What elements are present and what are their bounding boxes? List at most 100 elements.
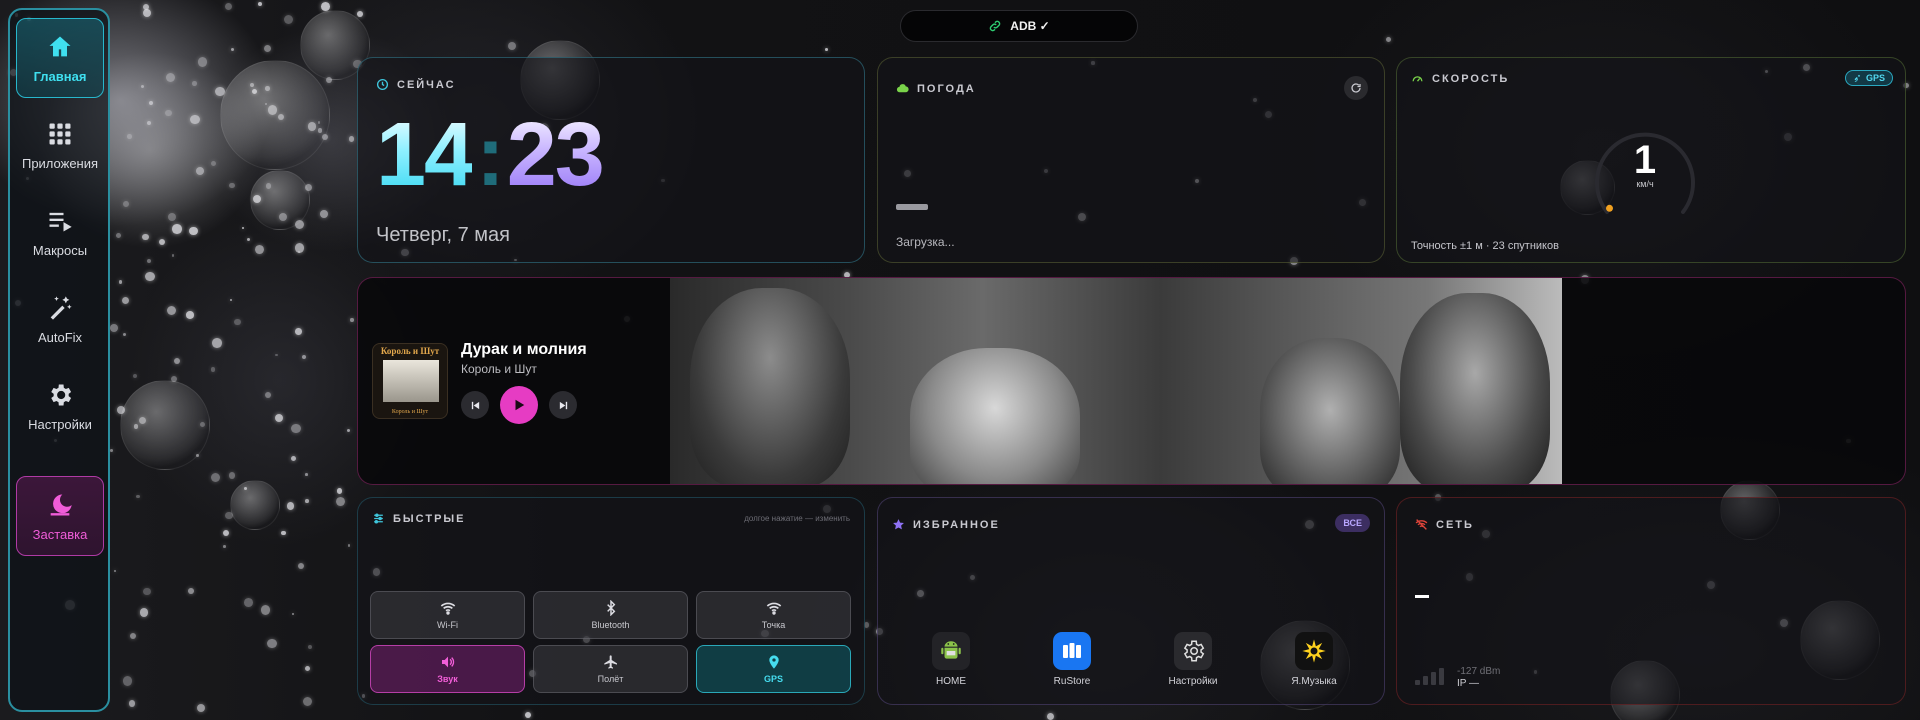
skip-previous-icon [471,401,479,409]
sidebar-item-screensaver[interactable]: Заставка [16,476,104,556]
sidebar-item-macros[interactable]: Макросы [16,192,104,272]
fav-app-label: HOME [936,676,966,687]
tile-label: Полёт [597,674,624,684]
rain-drop [166,306,176,316]
previous-track-button[interactable] [461,391,489,419]
rain-drop [229,298,232,301]
tile-wifi[interactable]: Wi-Fi [370,591,525,639]
weather-card[interactable]: ПОГОДА Загрузка... [877,57,1385,263]
tile-label: GPS [763,674,783,684]
rain-drop [113,569,116,573]
sidebar-item-apps[interactable]: Приложения [16,105,104,185]
adb-status-pill[interactable]: ADB ✓ [900,10,1138,42]
quick-card-title: БЫСТРЫЕ [372,512,466,525]
rain-drop [302,697,312,707]
rain-drop [305,498,309,503]
gps-badge: GPS [1844,70,1893,86]
tile-gps[interactable]: GPS [696,645,851,693]
cloud-icon [896,84,909,93]
rain-drop [1385,37,1391,43]
rain-drop [223,545,226,548]
rain-drop [188,226,198,236]
rain-drop [274,414,283,423]
rain-drop [263,45,271,53]
settings-gear-icon [1174,632,1212,670]
rain-drop [264,392,271,398]
tile-sound[interactable]: Звук [370,645,525,693]
rain-drop [190,114,200,125]
clock-icon [376,78,389,91]
album-art: Король и Шут Король и Шут [372,343,448,419]
clock-card: СЕЙЧАС 14:23 Четверг, 7 мая [357,57,865,263]
gps-accuracy: Точность ±1 м · 23 спутников [1411,240,1559,252]
rain-drop [348,136,355,142]
sidebar-item-autofix[interactable]: AutoFix [16,279,104,359]
album-art-subtitle: Король и Шут [391,409,429,415]
sidebar-item-label: Настройки [28,416,92,432]
sidebar-item-label: Макросы [32,242,88,258]
satellite-icon [1854,74,1861,82]
adb-status-label: ADB ✓ [1010,19,1050,33]
sidebar-item-settings[interactable]: Настройки [16,366,104,446]
sidebar-item-home[interactable]: Главная [16,18,104,98]
clock-hours: 14 [376,105,474,205]
sliders-icon [374,513,383,524]
tile-label: Bluetooth [591,620,630,630]
home-icon [49,36,71,56]
rain-drop [127,134,132,139]
rain-drop [1046,712,1054,720]
rain-drop [110,324,118,333]
rain-drop [139,608,149,617]
rain-drop [121,296,130,305]
rain-drop [525,711,532,718]
album-art-image [383,360,439,402]
speaker-icon [441,656,454,668]
speedometer-icon [1412,76,1423,82]
signal-bars-icon [1415,668,1444,685]
rain-drop [197,57,207,67]
favorites-all-button[interactable]: ВСЕ [1335,514,1370,532]
fav-app-yandex-music[interactable]: Я.Музыка [1274,632,1354,687]
fav-app-settings[interactable]: Настройки [1153,632,1233,687]
rain-drop [347,544,351,548]
rain-drop [266,638,277,649]
bokeh-light [220,60,330,170]
weather-refresh-button[interactable] [1344,76,1368,100]
rain-drop [292,612,295,615]
rain-drop [165,72,175,82]
clock-card-title: СЕЙЧАС [376,78,456,91]
rustore-icon [1053,632,1091,670]
rain-drop [286,502,295,510]
rain-drop [186,311,194,319]
rain-drop [172,224,182,234]
tile-label: Звук [437,674,458,684]
track-title: Дурак и молния [461,341,587,358]
rain-drop [142,234,149,241]
rain-drop [167,213,176,222]
rain-drop [192,81,197,86]
weather-title-text: ПОГОДА [917,82,976,95]
rain-drop [128,700,136,707]
rain-drop [230,47,234,51]
tile-bluetooth[interactable]: Bluetooth [533,591,688,639]
rain-drop [147,120,152,125]
rain-drop [234,319,241,326]
play-button[interactable] [500,386,538,424]
rain-drop [347,428,351,432]
tile-airplane[interactable]: Полёт [533,645,688,693]
star-icon [893,519,904,530]
rain-drop [147,259,152,264]
network-card: СЕТЬ -127 dBm IP — [1396,497,1906,705]
tile-hotspot[interactable]: Точка [696,591,851,639]
next-track-button[interactable] [549,391,577,419]
favorites-title-text: ИЗБРАННОЕ [913,518,1000,531]
clock-title-text: СЕЙЧАС [397,78,456,91]
rain-drop [229,472,236,479]
fav-app-home[interactable]: HOME [911,632,991,687]
moon-icon [50,494,72,515]
favorites-card-title: ИЗБРАННОЕ [892,518,1000,531]
fav-app-rustore[interactable]: RuStore [1032,632,1112,687]
tile-label: Wi-Fi [437,620,458,630]
airplane-icon [603,655,617,669]
music-card[interactable]: Король и Шут Король и Шут Дурак и молния… [357,277,1906,485]
